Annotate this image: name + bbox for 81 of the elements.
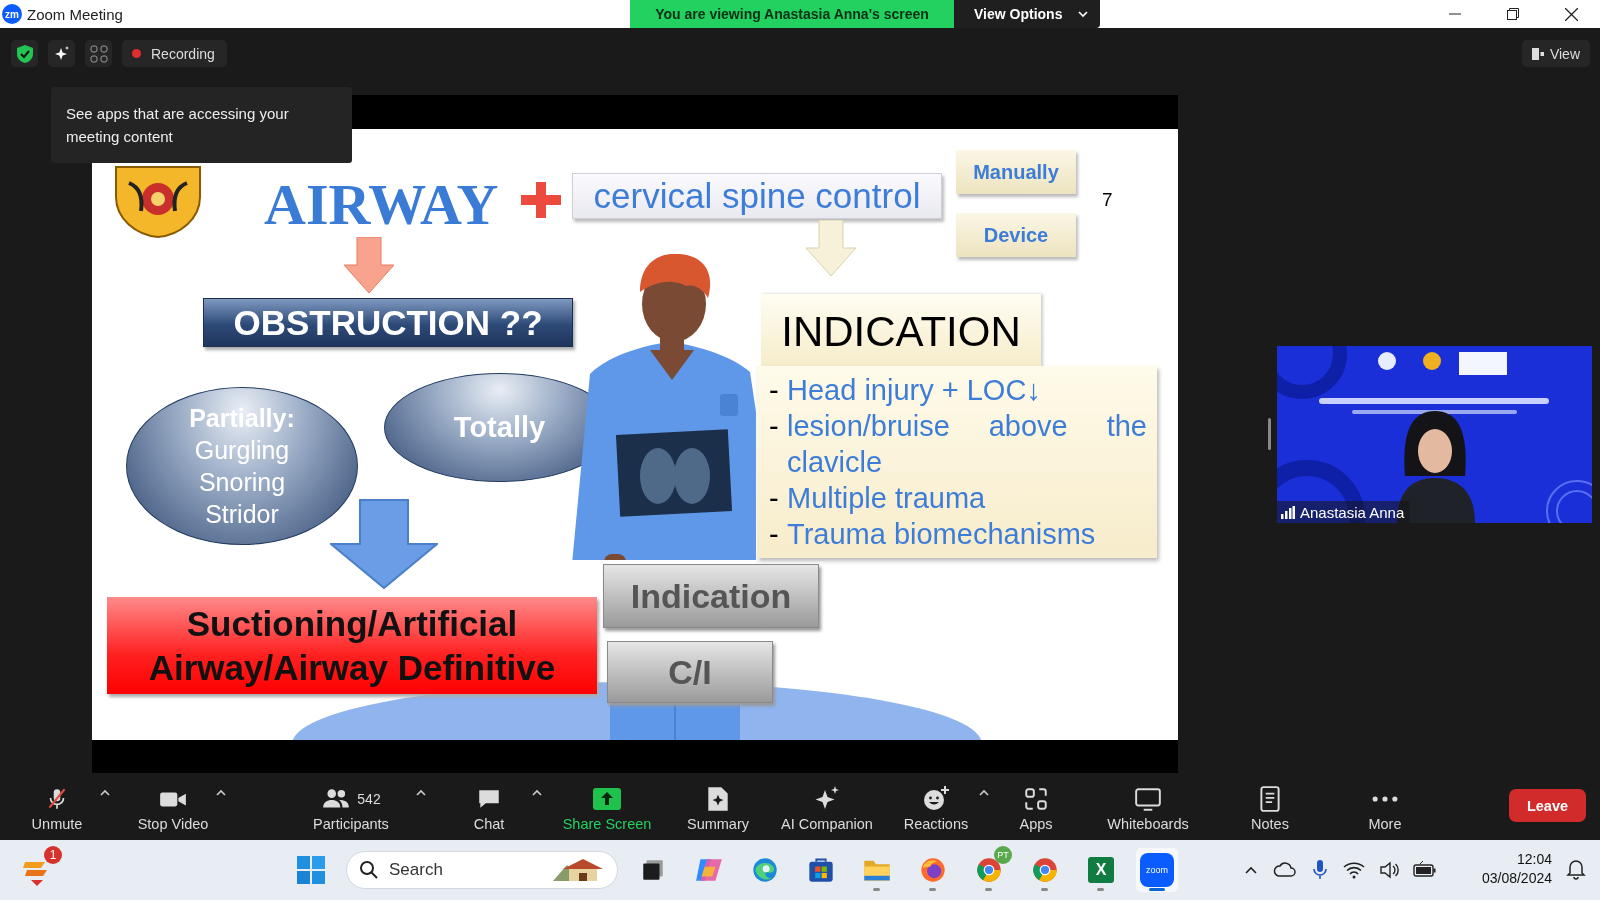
search-field[interactable]: Search [346, 851, 618, 889]
indication-box: Indication [603, 564, 819, 628]
weather-widget[interactable]: 1 [22, 846, 64, 888]
cloud-icon[interactable] [1273, 860, 1297, 880]
system-clock[interactable]: 12:04 03/08/2024 [1481, 850, 1552, 888]
notes-icon [1258, 785, 1282, 813]
screen-share-banner: You are viewing Anastasia Anna's screen [630, 0, 954, 28]
copilot-icon [694, 856, 724, 884]
list-dash: - [769, 517, 780, 552]
action-text: Airway/Airway Definitive [148, 646, 556, 689]
excel-icon: X [1088, 857, 1114, 883]
obstruction-banner: OBSTRUCTION ?? [203, 298, 573, 347]
search-icon [359, 860, 379, 880]
profile-badge: PT [994, 846, 1012, 864]
signal-icon [1281, 505, 1295, 519]
smiley-plus-icon [921, 785, 951, 813]
indication-text: Multiple trauma [787, 481, 987, 516]
apps-icon [1023, 786, 1049, 812]
chat-toolbar-button[interactable]: Chat [434, 775, 544, 840]
edge-icon [751, 856, 779, 884]
plus-icon [521, 182, 561, 218]
chrome-icon [1031, 856, 1059, 884]
list-dash: - [769, 409, 780, 444]
ellipse-text: Stridor [205, 499, 279, 530]
sparkle-icon[interactable] [48, 40, 75, 67]
more-toolbar-button[interactable]: More [1330, 775, 1440, 840]
participant-name-tag: Anastasia Anna [1277, 501, 1411, 523]
ellipse-text: Gurgling [194, 435, 290, 466]
ai-toolbar-button[interactable]: AI Companion [772, 775, 882, 840]
window-title: Zoom Meeting [27, 5, 123, 23]
view-options-button[interactable]: View Options [954, 0, 1101, 28]
microphone-icon[interactable] [1311, 859, 1329, 881]
task-view-icon [640, 857, 666, 883]
leave-button[interactable]: Leave [1509, 789, 1586, 822]
layout-icon [1531, 47, 1544, 60]
page-number: 7 [1102, 189, 1113, 211]
tooltip: See apps that are accessing your meeting content [51, 87, 352, 163]
view-button[interactable]: View [1521, 40, 1590, 67]
video-toolbar-button[interactable]: Stop Video [118, 775, 228, 840]
document-sparkle-icon [706, 785, 730, 813]
chrome-icon [975, 856, 1003, 884]
recording-indicator[interactable]: Recording [122, 40, 227, 67]
chevron-down-icon [1078, 10, 1089, 18]
store-icon [807, 856, 835, 884]
list-dash: - [769, 373, 780, 408]
down-arrow [806, 220, 856, 276]
action-text: Suctioning/Artificial [186, 602, 518, 645]
apps-grid-icon[interactable] [85, 40, 112, 67]
notification-badge: 1 [44, 846, 62, 864]
battery-icon[interactable] [1413, 861, 1437, 879]
indication-heading: INDICATION [761, 294, 1041, 369]
contraindication-box: C/I [607, 641, 773, 703]
indication-text: Head injury + LOC↓ [787, 373, 1042, 408]
wifi-icon[interactable] [1343, 861, 1365, 879]
more-icon [1372, 796, 1398, 802]
share-toolbar-button[interactable]: Share Screen [552, 775, 662, 840]
notes-toolbar-button[interactable]: Notes [1215, 775, 1325, 840]
ellipse-text: Snoring [198, 467, 286, 498]
summary-toolbar-button[interactable]: Summary [663, 775, 773, 840]
share-screen-icon [592, 787, 622, 811]
whiteboards-toolbar-button[interactable]: Whiteboards [1093, 775, 1203, 840]
indication-text: lesion/bruise above the clavicle [787, 409, 1147, 480]
down-arrow [344, 237, 394, 293]
close-icon[interactable] [1564, 7, 1578, 21]
participants-toolbar-button[interactable]: 542 Participants [296, 775, 406, 840]
list-dash: - [769, 481, 780, 516]
security-shield-icon[interactable] [11, 40, 38, 67]
spine-control-box: cervical spine control [572, 173, 942, 219]
excel-taskbar-button[interactable]: X [1080, 848, 1122, 892]
restore-icon[interactable] [1507, 8, 1519, 20]
option-box: Manually [956, 150, 1076, 194]
indication-text: Trauma biomechanisms [787, 517, 1097, 552]
zoom-app-icon: zm [2, 4, 22, 24]
slide-title: AIRWAY [264, 171, 499, 238]
resize-handle[interactable] [1268, 418, 1271, 450]
mic-toolbar-button[interactable]: Unmute [2, 775, 112, 840]
option-box: Device [956, 213, 1076, 257]
firefox-icon [919, 856, 947, 884]
volume-icon[interactable] [1379, 861, 1399, 879]
notification-bell-icon[interactable] [1566, 858, 1586, 880]
whiteboard-icon [1134, 786, 1162, 812]
